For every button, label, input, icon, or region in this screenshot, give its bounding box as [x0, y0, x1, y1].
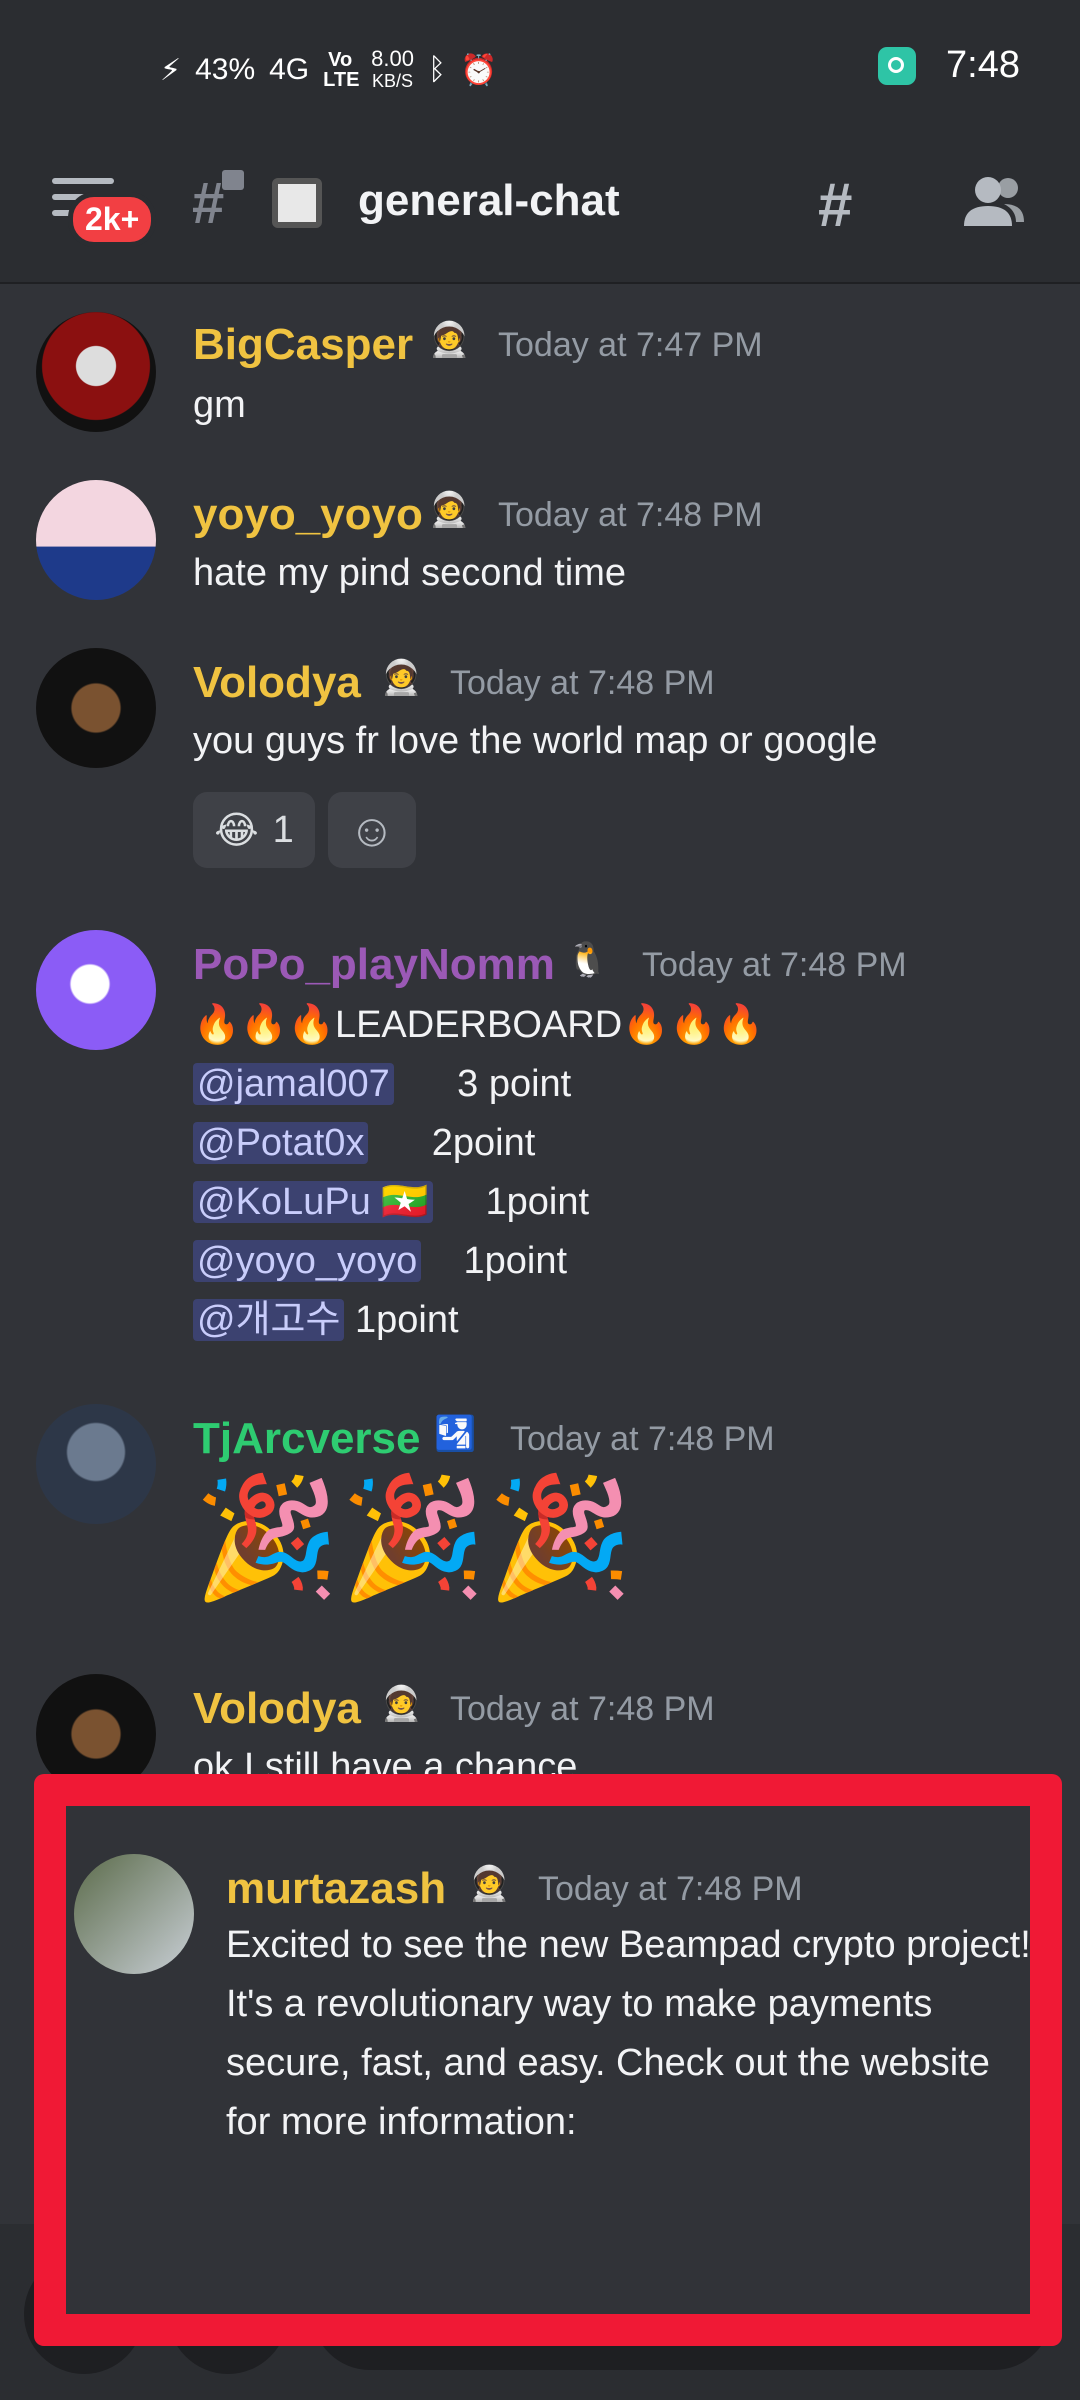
points-text: 2point — [368, 1122, 536, 1164]
user-mention[interactable]: @개고수 — [193, 1299, 345, 1341]
channel-header: 2k+ # general-chat # — [0, 140, 1080, 284]
timestamp: Today at 7:48 PM — [450, 664, 715, 702]
astronaut-role-icon: 🧑‍🚀 — [380, 1685, 423, 1723]
add-reaction-button[interactable]: ☺ — [328, 792, 416, 868]
status-bar: ⚡ 43% 4G Vo LTE 8.00 KB/S ᛒ ⏰ 7:48 — [0, 0, 1080, 140]
avatar[interactable] — [36, 648, 156, 768]
username[interactable]: BigCasper — [193, 320, 413, 370]
user-mention[interactable]: @jamal007 — [193, 1063, 394, 1105]
battery-text: 43% — [195, 53, 256, 86]
volte-text: Vo LTE — [323, 49, 360, 91]
avatar[interactable] — [36, 1404, 156, 1524]
user-mention[interactable]: @KoLuPu 🇲🇲 — [193, 1181, 433, 1223]
status-right: 7:48 — [878, 44, 1020, 87]
highlight-box: murtazash 🧑‍🚀 Today at 7:48 PM Excited t… — [34, 1774, 1062, 2346]
username[interactable]: yoyo_yoyo — [193, 490, 423, 540]
message-text: Excited to see the new Beampad crypto pr… — [226, 1924, 1031, 2143]
timestamp: Today at 7:48 PM — [642, 946, 907, 984]
members-icon[interactable] — [958, 168, 1028, 238]
speed-value: 8.00 — [371, 46, 414, 71]
avatar[interactable] — [36, 480, 156, 600]
status-left: ⚡ 43% 4G Vo LTE 8.00 KB/S ᛒ ⏰ — [160, 48, 497, 92]
leaderboard-line: @개고수 1point — [193, 1291, 764, 1350]
username[interactable]: Volodya — [193, 1684, 361, 1734]
timestamp: Today at 7:48 PM — [450, 1690, 715, 1728]
points-text: 1point — [344, 1299, 459, 1341]
speed-unit: KB/S — [372, 71, 414, 91]
astronaut-role-icon: 🧑‍🚀 — [380, 659, 423, 697]
timestamp: Today at 7:48 PM — [510, 1420, 775, 1458]
username[interactable]: TjArcverse — [193, 1414, 420, 1464]
avatar[interactable] — [36, 930, 156, 1050]
locked-channel-icon: # — [192, 171, 225, 236]
leaderboard-line: @Potat0x 2point — [193, 1114, 764, 1173]
app-notification-icon — [878, 46, 917, 85]
message-text: hate my pind second time — [193, 552, 627, 594]
message-text: gm — [193, 384, 246, 426]
network-text: 4G — [269, 53, 310, 86]
leaderboard-line: 🔥🔥🔥LEADERBOARD🔥🔥🔥 — [193, 1004, 765, 1046]
add-reaction-icon: ☺ — [348, 804, 396, 856]
leaderboard-line: @yoyo_yoyo 1point — [193, 1232, 764, 1291]
avatar[interactable] — [36, 312, 156, 432]
lock-icon — [222, 170, 244, 190]
points-text: 1point — [421, 1240, 568, 1282]
username[interactable]: PoPo_playNomm — [193, 940, 555, 990]
username[interactable]: Volodya — [193, 658, 361, 708]
leaderboard-line: @KoLuPu 🇲🇲 1point — [193, 1173, 764, 1232]
user-mention[interactable]: @yoyo_yoyo — [193, 1240, 422, 1282]
astronaut-role-icon: 🧑‍🚀 — [468, 1865, 511, 1903]
avatar[interactable] — [74, 1854, 194, 1974]
timestamp: Today at 7:48 PM — [538, 1870, 803, 1908]
message-text: you guys fr love the world map or google — [193, 720, 878, 762]
message-text: 🔥🔥🔥LEADERBOARD🔥🔥🔥 @jamal007 3 point @Pot… — [193, 996, 764, 1350]
reaction-count: 1 — [272, 808, 294, 851]
speed-indicator: 8.00 KB/S — [371, 48, 414, 92]
threads-icon[interactable]: # — [818, 170, 852, 241]
points-text: 3 point — [393, 1063, 572, 1105]
clock: 7:48 — [946, 44, 1020, 86]
charging-icon: ⚡ — [160, 53, 182, 87]
reaction-button[interactable]: 😂 1 — [193, 792, 315, 868]
leaderboard-line: @jamal007 3 point — [193, 1055, 764, 1114]
passport-role-icon: 🛂 — [434, 1415, 477, 1453]
points-text: 1point — [432, 1181, 590, 1223]
unread-badge: 2k+ — [68, 192, 157, 247]
alarm-icon: ⏰ — [459, 53, 498, 87]
bluetooth-icon: ᛒ — [427, 53, 446, 86]
username[interactable]: murtazash — [226, 1864, 446, 1914]
astronaut-role-icon: 🧑‍🚀 — [428, 491, 471, 529]
channel-name[interactable]: general-chat — [358, 176, 620, 226]
user-mention[interactable]: @Potat0x — [193, 1122, 369, 1164]
joy-emoji: 😂 — [214, 809, 259, 852]
timestamp: Today at 7:47 PM — [498, 326, 763, 364]
party-emoji-text: 🎉🎉🎉 — [193, 1472, 634, 1604]
penguin-role-icon: 🐧 — [566, 941, 609, 979]
square-emoji-icon — [272, 178, 322, 228]
astronaut-role-icon: 🧑‍🚀 — [428, 321, 471, 359]
timestamp: Today at 7:48 PM — [498, 496, 763, 534]
